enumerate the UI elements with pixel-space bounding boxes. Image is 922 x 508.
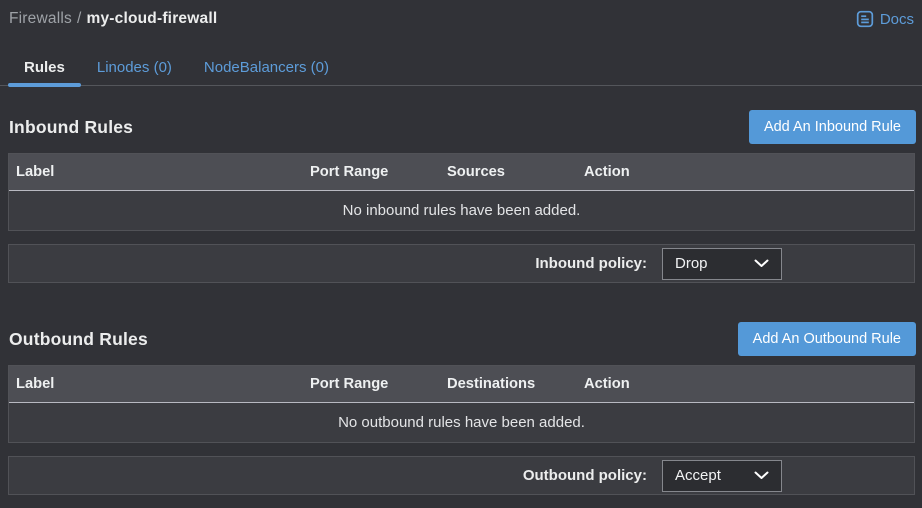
breadcrumb: Firewalls /my-cloud-firewall (9, 10, 217, 28)
outbound-policy-row: Outbound policy: Accept (8, 456, 915, 495)
outbound-rules-table: Label Port Range Destinations Action No … (8, 365, 915, 443)
inbound-column-sources: Sources (447, 164, 584, 180)
outbound-column-label: Label (9, 376, 310, 392)
inbound-policy-select[interactable]: Drop (662, 248, 782, 280)
outbound-policy-label: Outbound policy: (523, 467, 647, 484)
inbound-rules-title: Inbound Rules (9, 117, 133, 138)
inbound-policy-selected-value: Drop (675, 255, 708, 272)
inbound-policy-row: Inbound policy: Drop (8, 244, 915, 283)
inbound-policy-label: Inbound policy: (535, 255, 647, 272)
outbound-column-port-range: Port Range (310, 376, 447, 392)
breadcrumb-separator: / (77, 10, 82, 27)
inbound-section-header: Inbound Rules Add An Inbound Rule (0, 110, 922, 144)
inbound-rules-table: Label Port Range Sources Action No inbou… (8, 153, 915, 231)
outbound-column-action: Action (584, 376, 914, 392)
tab-nodebalancers[interactable]: NodeBalancers (0) (188, 49, 345, 85)
inbound-column-action: Action (584, 164, 914, 180)
inbound-table-header-row: Label Port Range Sources Action (9, 154, 914, 191)
outbound-policy-selected-value: Accept (675, 467, 721, 484)
inbound-column-label: Label (9, 164, 310, 180)
breadcrumb-firewalls-link[interactable]: Firewalls (9, 10, 72, 27)
inbound-empty-message: No inbound rules have been added. (9, 191, 914, 230)
docs-link[interactable]: Docs (856, 10, 914, 28)
tab-rules[interactable]: Rules (8, 49, 81, 85)
outbound-table-header-row: Label Port Range Destinations Action (9, 366, 914, 403)
docs-link-label: Docs (880, 11, 914, 28)
outbound-section-header: Outbound Rules Add An Outbound Rule (0, 322, 922, 356)
breadcrumb-current-firewall: my-cloud-firewall (86, 10, 217, 27)
tab-bar: Rules Linodes (0) NodeBalancers (0) (0, 49, 922, 86)
add-outbound-rule-button[interactable]: Add An Outbound Rule (738, 322, 916, 356)
page-header: Firewalls /my-cloud-firewall Docs (0, 0, 922, 28)
outbound-empty-message: No outbound rules have been added. (9, 403, 914, 442)
inbound-column-port-range: Port Range (310, 164, 447, 180)
outbound-policy-select[interactable]: Accept (662, 460, 782, 492)
outbound-rules-title: Outbound Rules (9, 329, 148, 350)
docs-document-icon (856, 10, 874, 28)
add-inbound-rule-button[interactable]: Add An Inbound Rule (749, 110, 916, 144)
chevron-down-icon (754, 259, 769, 268)
chevron-down-icon (754, 471, 769, 480)
tab-linodes[interactable]: Linodes (0) (81, 49, 188, 85)
outbound-column-destinations: Destinations (447, 376, 584, 392)
